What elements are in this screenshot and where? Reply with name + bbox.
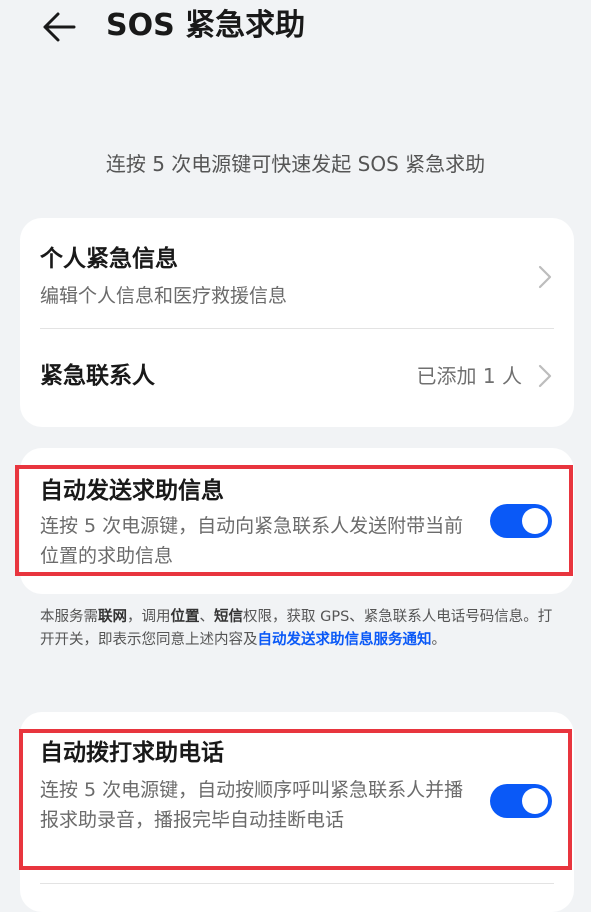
auto-message-card: 自动发送求助信息 连按 5 次电源键，自动向紧急联系人发送附带当前位置的求助信息 [20,448,574,594]
chevron-right-icon [538,265,552,289]
notice-bold-network: 联网 [98,609,127,625]
notice-text: 本服务需 [40,609,98,625]
notice-bold-sms: 短信 [214,609,243,625]
emergency-contacts-row[interactable]: 紧急联系人 已添加 1 人 [20,329,574,427]
header: SOS 紧急求助 [0,0,591,56]
page-subtitle: 连按 5 次电源键可快速发起 SOS 紧急求助 [105,152,486,176]
auto-call-card: 自动拨打求助电话 连按 5 次电源键，自动按顺序呼叫紧急联系人并播报求助录音，播… [20,712,574,912]
auto-call-toggle[interactable] [490,784,552,818]
arrow-left-icon[interactable] [40,10,76,44]
emergency-info-card: 个人紧急信息 编辑个人信息和医疗救援信息 紧急联系人 已添加 1 人 [20,218,574,427]
toggle-knob [522,788,548,814]
chevron-right-icon [538,364,552,388]
notice-text: 。 [431,632,447,648]
auto-call-title: 自动拨打求助电话 [40,740,224,766]
personal-emergency-info-title: 个人紧急信息 [40,246,178,272]
auto-message-toggle[interactable] [490,504,552,538]
notice-text: 、 [199,609,215,625]
emergency-contacts-title: 紧急联系人 [40,363,155,389]
auto-message-title: 自动发送求助信息 [40,478,224,504]
notice-bold-location: 位置 [170,609,200,625]
emergency-contacts-count: 已添加 1 人 [416,364,522,388]
service-notice-link[interactable]: 自动发送求助信息服务通知 [258,632,432,648]
personal-emergency-info-row[interactable]: 个人紧急信息 编辑个人信息和医疗救援信息 [20,218,574,328]
notice-text: ，调用 [127,609,171,625]
divider [40,883,554,884]
toggle-knob [522,508,548,534]
page-title: SOS 紧急求助 [106,8,306,43]
auto-message-subtitle: 连按 5 次电源键，自动向紧急联系人发送附带当前位置的求助信息 [40,515,464,567]
personal-emergency-info-subtitle: 编辑个人信息和医疗救援信息 [40,285,288,307]
service-notice: 本服务需联网，调用位置、短信权限，获取 GPS、紧急联系人电话号码信息。打开开关… [40,606,560,652]
auto-call-subtitle: 连按 5 次电源键，自动按顺序呼叫紧急联系人并播报求助录音，播报完毕自动挂断电话 [40,779,464,831]
